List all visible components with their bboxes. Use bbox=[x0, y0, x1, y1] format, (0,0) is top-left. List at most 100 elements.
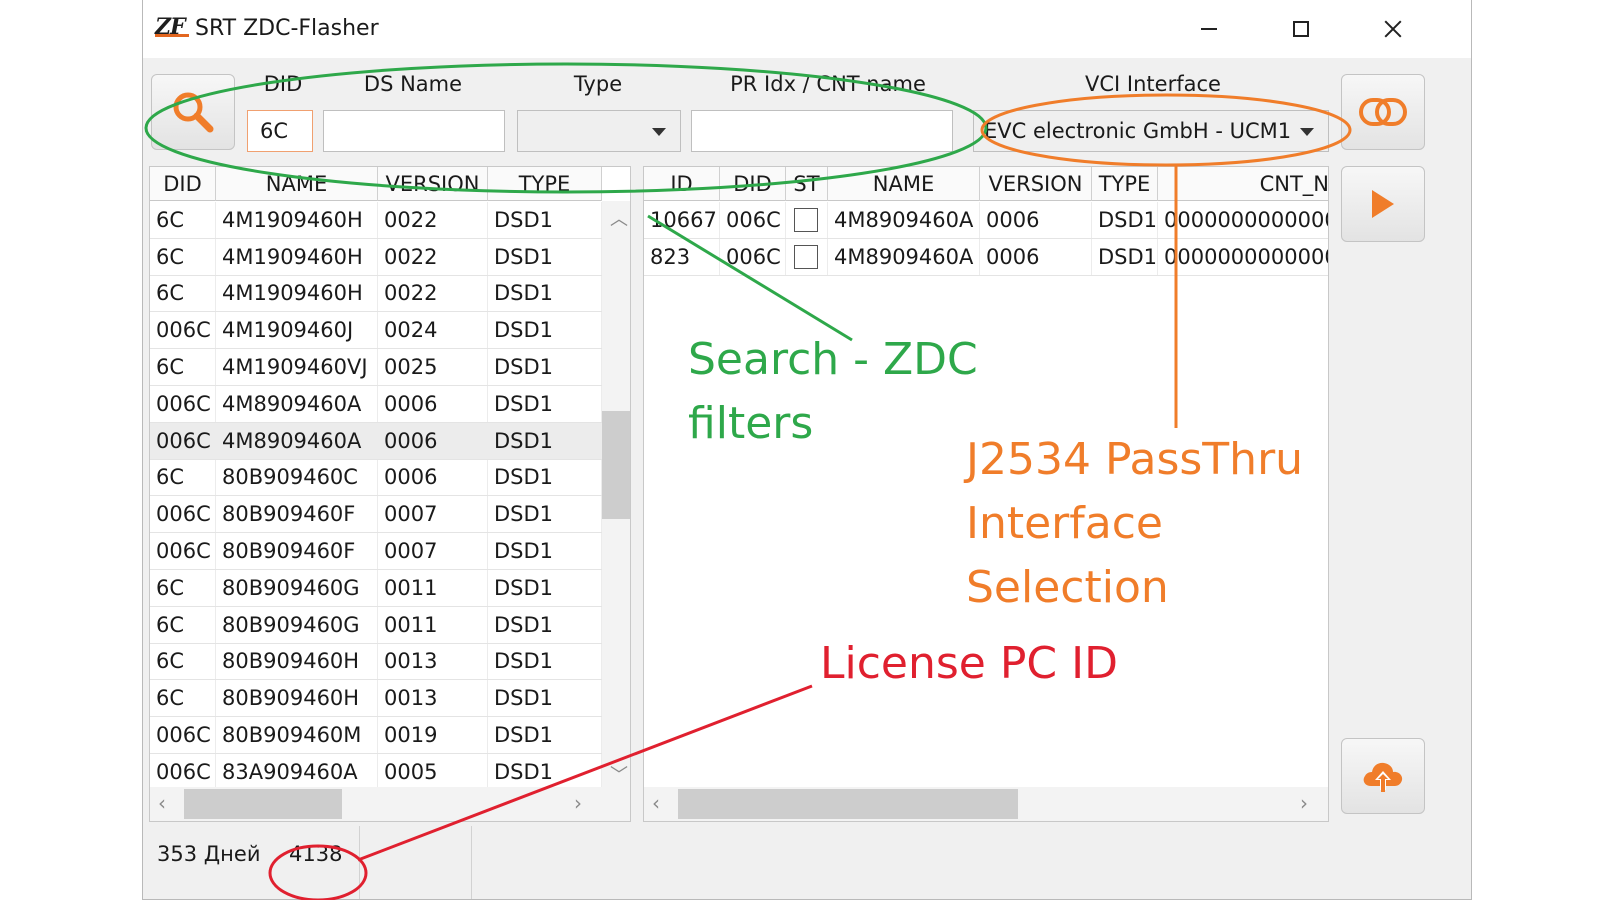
table-row[interactable]: 6C 4M1909460H 0022 DSD1 bbox=[150, 275, 602, 313]
table-cell: DSD1 bbox=[488, 202, 602, 238]
table-row[interactable]: 6C 80B909460G 0011 DSD1 bbox=[150, 569, 602, 607]
pr-idx-input[interactable] bbox=[691, 110, 953, 152]
chevron-left-icon[interactable]: ‹ bbox=[652, 791, 660, 815]
horizontal-scrollbar[interactable]: ‹ › bbox=[150, 787, 630, 821]
chevron-right-icon[interactable]: › bbox=[574, 791, 582, 815]
column-header-cnt-n[interactable]: CNT_N bbox=[1158, 167, 1328, 201]
table-cell: 6C bbox=[150, 459, 216, 496]
table-cell: 4M1909460J bbox=[216, 312, 378, 349]
zdc-files-table: DID NAME VERSION TYPE 6C 4M1909460H 0022 DSD1 6… bbox=[149, 166, 631, 822]
maximize-button[interactable] bbox=[1255, 0, 1347, 58]
search-icon bbox=[173, 92, 214, 133]
table-row[interactable]: 6C 80B909460H 0013 DSD1 bbox=[150, 680, 602, 718]
did-input-value: 6C bbox=[260, 119, 289, 143]
table-cell: 6C bbox=[150, 349, 216, 385]
cloud-upload-icon bbox=[1363, 762, 1403, 792]
maximize-icon bbox=[1293, 21, 1309, 37]
column-header-version[interactable]: VERSION bbox=[980, 167, 1092, 201]
scrollbar-thumb[interactable] bbox=[678, 789, 1018, 819]
flash-start-button[interactable] bbox=[1341, 166, 1425, 242]
table-cell: 0006 bbox=[980, 202, 1092, 238]
column-header-type[interactable]: TYPE bbox=[488, 167, 602, 201]
did-input[interactable]: 6C bbox=[247, 110, 313, 152]
horizontal-scrollbar[interactable]: ‹ › bbox=[644, 787, 1328, 821]
connect-toggle-button[interactable] bbox=[1341, 74, 1425, 150]
table-cell: 0022 bbox=[378, 275, 488, 312]
table-body: 10667 006C 4M8909460A 0006 DSD1 0000000000000… bbox=[644, 202, 1328, 276]
table-cell: 0005 bbox=[378, 753, 488, 790]
table-cell: 6C bbox=[150, 606, 216, 643]
table-cell: 83A909460A bbox=[216, 753, 378, 790]
column-header-type[interactable]: TYPE bbox=[1092, 167, 1158, 201]
table-row[interactable]: 006C 80B909460F 0007 DSD1 bbox=[150, 496, 602, 534]
table-row[interactable]: 6C 4M1909460H 0022 DSD1 bbox=[150, 238, 602, 276]
column-header-name[interactable]: NAME bbox=[216, 167, 378, 201]
table-cell: 0006 bbox=[378, 385, 488, 422]
table-row[interactable]: 6C 4M1909460VJ 0025 DSD1 bbox=[150, 349, 602, 386]
table-cell: DSD1 bbox=[488, 569, 602, 606]
column-header-version[interactable]: VERSION bbox=[378, 167, 488, 201]
table-row[interactable]: 6C 80B909460C 0006 DSD1 bbox=[150, 459, 602, 497]
scrollbar-thumb[interactable] bbox=[184, 789, 342, 819]
ds-name-label: DS Name bbox=[363, 72, 463, 96]
status-cell bbox=[786, 238, 828, 275]
row-checkbox[interactable] bbox=[794, 244, 818, 269]
table-cell: 80B909460G bbox=[216, 569, 378, 606]
column-header-name[interactable]: NAME bbox=[828, 167, 980, 201]
close-button[interactable] bbox=[1347, 0, 1439, 58]
table-cell: DSD1 bbox=[488, 349, 602, 385]
minimize-icon bbox=[1201, 28, 1217, 30]
table-cell: DSD1 bbox=[488, 275, 602, 312]
table-row[interactable]: 006C 80B909460F 0007 DSD1 bbox=[150, 533, 602, 570]
table-cell: 0007 bbox=[378, 496, 488, 533]
column-header-did[interactable]: DID bbox=[150, 167, 216, 201]
table-cell: 0022 bbox=[378, 202, 488, 238]
chevron-down-icon bbox=[652, 128, 666, 136]
table-cell: DSD1 bbox=[1092, 238, 1158, 275]
chevron-right-icon[interactable]: › bbox=[1300, 791, 1308, 815]
toggle-link-icon bbox=[1359, 98, 1407, 126]
title-bar: ZF SRT ZDC-Flasher bbox=[143, 0, 1471, 58]
chevron-up-icon[interactable]: ︿ bbox=[610, 205, 628, 231]
table-cell: DSD1 bbox=[488, 385, 602, 422]
table-row[interactable]: 006C 4M8909460A 0006 DSD1 bbox=[150, 385, 602, 423]
license-pc-id: 4138 bbox=[289, 842, 343, 866]
table-row[interactable]: 006C 83A909460A 0005 DSD1 bbox=[150, 753, 602, 791]
table-row[interactable]: 006C 80B909460M 0019 DSD1 bbox=[150, 717, 602, 754]
chevron-down-icon[interactable]: ﹀ bbox=[610, 761, 628, 787]
scrollbar-thumb[interactable] bbox=[602, 411, 630, 519]
table-cell: 80B909460H bbox=[216, 680, 378, 717]
table-row[interactable]: 6C 4M1909460H 0022 DSD1 bbox=[150, 202, 602, 239]
table-cell: 0011 bbox=[378, 606, 488, 643]
table-cell: 80B909460G bbox=[216, 606, 378, 643]
chevron-left-icon[interactable]: ‹ bbox=[158, 791, 166, 815]
table-cell: 0019 bbox=[378, 717, 488, 753]
vci-interface-label: VCI Interface bbox=[1085, 72, 1221, 96]
table-cell: 0006 bbox=[378, 422, 488, 459]
search-button[interactable] bbox=[151, 74, 235, 150]
ds-name-input[interactable] bbox=[323, 110, 505, 152]
annotation-license-pc-id: License PC ID bbox=[820, 638, 1118, 689]
table-row[interactable]: 006C 4M8909460A 0006 DSD1 bbox=[150, 422, 602, 460]
vertical-scrollbar[interactable]: ︿ ﹀ bbox=[602, 201, 630, 787]
table-cell: DSD1 bbox=[488, 533, 602, 569]
table-row[interactable]: 10667 006C 4M8909460A 0006 DSD1 0000000000000 bbox=[644, 202, 1328, 239]
column-header-id[interactable]: ID bbox=[644, 167, 720, 201]
table-cell: 006C bbox=[720, 202, 786, 238]
type-label: Type bbox=[573, 72, 623, 96]
table-row[interactable]: 006C 4M1909460J 0024 DSD1 bbox=[150, 312, 602, 350]
table-row[interactable]: 823 006C 4M8909460A 0006 DSD1 0000000000000 bbox=[644, 238, 1328, 276]
table-cell: 80B909460H bbox=[216, 643, 378, 680]
row-checkbox[interactable] bbox=[794, 207, 818, 232]
table-cell: 006C bbox=[720, 238, 786, 275]
table-row[interactable]: 6C 80B909460H 0013 DSD1 bbox=[150, 643, 602, 681]
minimize-button[interactable] bbox=[1163, 0, 1255, 58]
column-header-did[interactable]: DID bbox=[720, 167, 786, 201]
type-dropdown[interactable] bbox=[517, 110, 681, 152]
table-cell: DSD1 bbox=[1092, 202, 1158, 238]
column-header-st[interactable]: ST bbox=[786, 167, 828, 201]
upload-button[interactable] bbox=[1341, 738, 1425, 814]
vci-interface-dropdown[interactable]: EVC electronic GmbH - UCM1 bbox=[973, 110, 1329, 152]
table-cell: 006C bbox=[150, 312, 216, 349]
table-row[interactable]: 6C 80B909460G 0011 DSD1 bbox=[150, 606, 602, 644]
